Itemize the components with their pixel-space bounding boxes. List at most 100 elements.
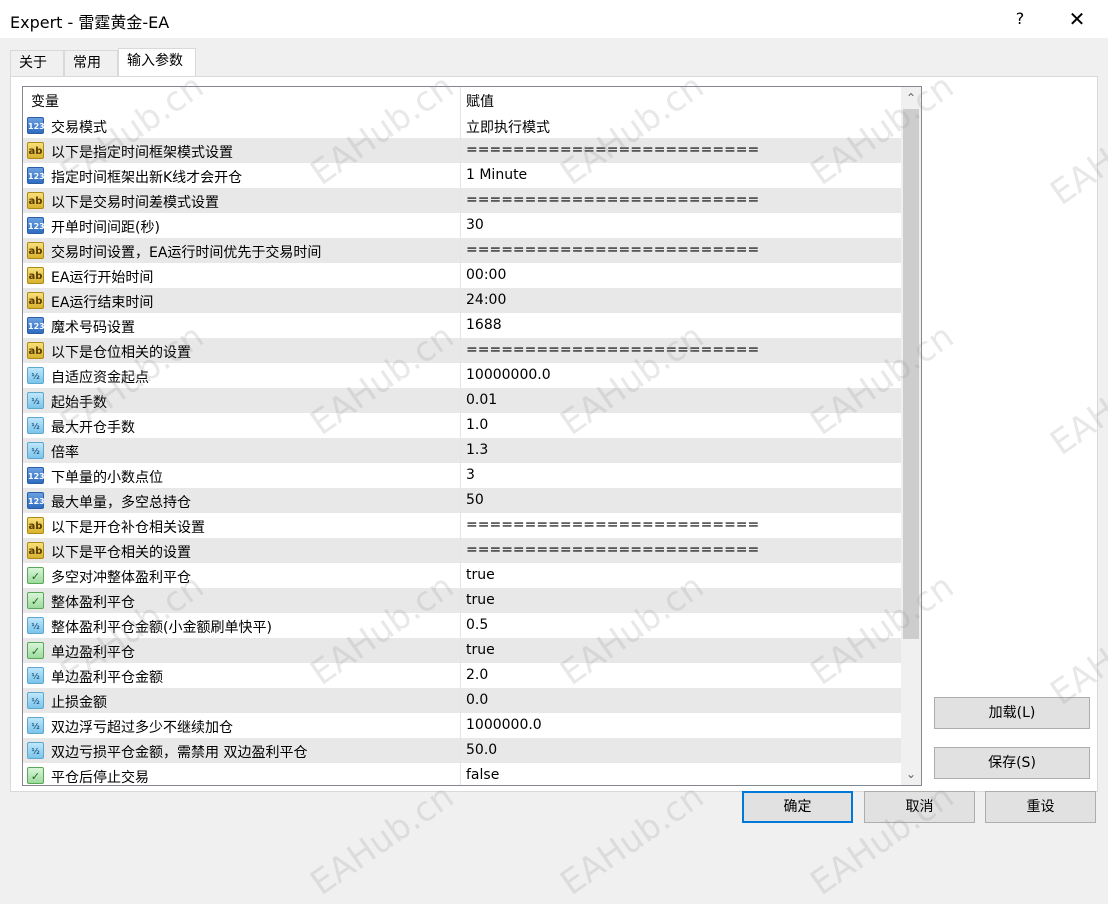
parameter-name: 交易时间设置，EA运行时间优先于交易时间 <box>51 245 322 261</box>
parameter-name: 以下是平仓相关的设置 <box>51 545 191 561</box>
title-bar: Expert - 雷霆黄金-EA ? ✕ <box>0 0 1108 38</box>
parameter-value[interactable]: ========================= <box>466 242 759 258</box>
parameter-value[interactable]: ========================= <box>466 517 759 533</box>
parameter-row[interactable]: 123 最大单量，多空总持仓 50 <box>23 488 901 513</box>
parameter-row[interactable]: ½ 整体盈利平仓金额(小金额刷单快平) 0.5 <box>23 613 901 638</box>
parameter-row[interactable]: ab 以下是平仓相关的设置 ========================= <box>23 538 901 563</box>
cancel-button[interactable]: 取消 <box>864 791 975 823</box>
parameter-value[interactable]: 立即执行模式 <box>466 117 550 137</box>
parameter-value[interactable]: 1.3 <box>466 442 488 458</box>
int-type-icon: 123 <box>27 467 45 484</box>
parameter-row[interactable]: ½ 倍率 1.3 <box>23 438 901 463</box>
parameter-value[interactable]: 1.0 <box>466 417 488 433</box>
parameter-row[interactable]: ab EA运行开始时间 00:00 <box>23 263 901 288</box>
parameter-row[interactable]: ½ 起始手数 0.01 <box>23 388 901 413</box>
reset-button[interactable]: 重设 <box>985 791 1096 823</box>
parameter-value[interactable]: 24:00 <box>466 292 506 308</box>
column-header-value[interactable]: 赋值 <box>466 91 494 111</box>
parameter-value[interactable]: true <box>466 642 495 658</box>
column-header-variable[interactable]: 变量 <box>31 91 59 111</box>
parameter-row[interactable]: 123 交易模式 立即执行模式 <box>23 113 901 138</box>
parameter-row[interactable]: ✓ 多空对冲整体盈利平仓 true <box>23 563 901 588</box>
parameter-value[interactable]: 1 Minute <box>466 167 527 183</box>
parameter-row[interactable]: ab 以下是仓位相关的设置 ========================= <box>23 338 901 363</box>
close-button[interactable]: ✕ <box>1060 0 1094 38</box>
parameter-name: 起始手数 <box>51 395 107 411</box>
parameter-value[interactable]: 2.0 <box>466 667 488 683</box>
parameter-name: 以下是交易时间差模式设置 <box>51 195 219 211</box>
parameter-row[interactable]: ½ 双边浮亏超过多少不继续加仓 1000000.0 <box>23 713 901 738</box>
parameters-grid: 变量 赋值 123 交易模式 立即执行模式 ab 以下是指定时间框架模式设置 ======… <box>22 86 922 786</box>
column-divider[interactable] <box>460 87 461 113</box>
parameter-row[interactable]: ab 以下是开仓补仓相关设置 ========================= <box>23 513 901 538</box>
parameter-row[interactable]: 123 下单量的小数点位 3 <box>23 463 901 488</box>
int-type-icon: 123 <box>27 167 45 184</box>
scroll-up-arrow-icon[interactable]: ⌃ <box>901 87 921 109</box>
parameter-name: 魔术号码设置 <box>51 320 135 336</box>
parameter-value[interactable]: 30 <box>466 217 484 233</box>
dbl-type-icon: ½ <box>27 392 44 409</box>
parameter-value[interactable]: ========================= <box>466 192 759 208</box>
parameter-value[interactable]: 0.5 <box>466 617 488 633</box>
cell-divider <box>460 363 461 388</box>
parameter-row[interactable]: ✓ 单边盈利平仓 true <box>23 638 901 663</box>
watermark-text: EAHub.cn <box>553 776 712 904</box>
cell-divider <box>460 513 461 538</box>
parameter-row[interactable]: ½ 单边盈利平仓金额 2.0 <box>23 663 901 688</box>
parameter-row[interactable]: ab 以下是指定时间框架模式设置 ========================= <box>23 138 901 163</box>
cell-divider <box>460 288 461 313</box>
parameter-name: 双边浮亏超过多少不继续加仓 <box>51 720 233 736</box>
parameter-row[interactable]: ½ 止损金额 0.0 <box>23 688 901 713</box>
parameter-value[interactable]: ========================= <box>466 142 759 158</box>
parameter-value[interactable]: 1688 <box>466 317 502 333</box>
parameter-value[interactable]: 10000000.0 <box>466 367 551 383</box>
dbl-type-icon: ½ <box>27 617 44 634</box>
parameter-value[interactable]: ========================= <box>466 542 759 558</box>
scroll-thumb[interactable] <box>903 109 919 639</box>
parameter-value[interactable]: 1000000.0 <box>466 717 542 733</box>
parameter-row[interactable]: ab 交易时间设置，EA运行时间优先于交易时间 ==================… <box>23 238 901 263</box>
save-button[interactable]: 保存(S) <box>934 747 1090 779</box>
parameter-value[interactable]: 00:00 <box>466 267 506 283</box>
parameter-row[interactable]: ab EA运行结束时间 24:00 <box>23 288 901 313</box>
tab-inputs[interactable]: 输入参数 <box>118 48 196 77</box>
parameter-row[interactable]: ✓ 平仓后停止交易 false <box>23 763 901 785</box>
parameter-name: 最大开仓手数 <box>51 420 135 436</box>
parameter-value[interactable]: 50.0 <box>466 742 497 758</box>
cell-divider <box>460 138 461 163</box>
parameter-value[interactable]: true <box>466 592 495 608</box>
parameter-name: 自适应资金起点 <box>51 370 149 386</box>
parameter-row[interactable]: ab 以下是交易时间差模式设置 ========================= <box>23 188 901 213</box>
vertical-scrollbar[interactable]: ⌃ ⌄ <box>901 87 921 785</box>
parameter-value[interactable]: true <box>466 567 495 583</box>
ok-button[interactable]: 确定 <box>742 791 853 823</box>
parameter-value[interactable]: false <box>466 767 499 783</box>
tab-about[interactable]: 关于 <box>10 50 64 76</box>
dbl-type-icon: ½ <box>27 667 44 684</box>
tab-common[interactable]: 常用 <box>64 50 118 76</box>
help-button[interactable]: ? <box>1004 0 1036 38</box>
scroll-down-arrow-icon[interactable]: ⌄ <box>901 763 921 785</box>
parameter-row[interactable]: 123 指定时间框架出新K线才会开仓 1 Minute <box>23 163 901 188</box>
str-type-icon: ab <box>27 517 44 534</box>
parameter-row[interactable]: 123 开单时间间距(秒) 30 <box>23 213 901 238</box>
str-type-icon: ab <box>27 142 44 159</box>
cell-divider <box>460 588 461 613</box>
window-title: Expert - 雷霆黄金-EA <box>10 13 170 32</box>
parameter-value[interactable]: 50 <box>466 492 484 508</box>
parameter-name: 整体盈利平仓 <box>51 595 135 611</box>
parameter-row[interactable]: 123 魔术号码设置 1688 <box>23 313 901 338</box>
parameter-value[interactable]: 0.01 <box>466 392 497 408</box>
parameter-name: 多空对冲整体盈利平仓 <box>51 570 191 586</box>
parameter-value[interactable]: 3 <box>466 467 475 483</box>
load-button[interactable]: 加载(L) <box>934 697 1090 729</box>
parameter-row[interactable]: ½ 双边亏损平仓金额，需禁用 双边盈利平仓 50.0 <box>23 738 901 763</box>
parameter-name: 以下是仓位相关的设置 <box>51 345 191 361</box>
parameter-value[interactable]: 0.0 <box>466 692 488 708</box>
cell-divider <box>460 463 461 488</box>
parameter-row[interactable]: ½ 最大开仓手数 1.0 <box>23 413 901 438</box>
parameter-value[interactable]: ========================= <box>466 342 759 358</box>
cell-divider <box>460 563 461 588</box>
parameter-row[interactable]: ½ 自适应资金起点 10000000.0 <box>23 363 901 388</box>
parameter-row[interactable]: ✓ 整体盈利平仓 true <box>23 588 901 613</box>
